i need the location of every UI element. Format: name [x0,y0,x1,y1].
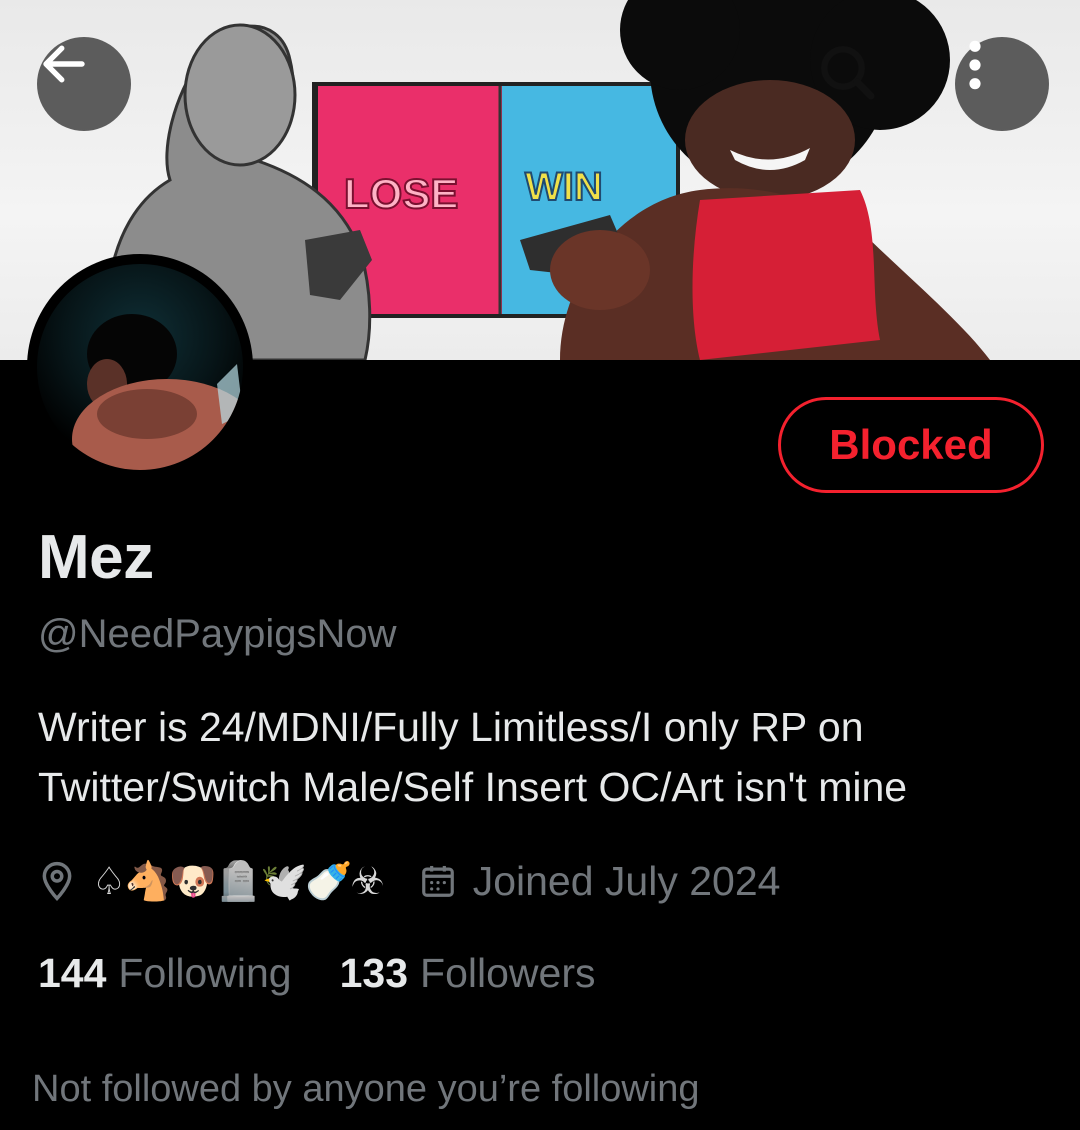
calendar-icon [419,861,459,901]
username-handle: @NeedPaypigsNow [38,612,397,656]
followers-count: 133 [339,950,409,996]
back-arrow-icon [43,45,85,83]
blocked-button[interactable]: Blocked [778,397,1044,493]
win-label: WIN [525,165,603,209]
followers-label: Followers [420,950,596,996]
profile-bio: Writer is 24/MDNI/Fully Limitless/I only… [38,704,908,810]
mutuals-note: Not followed by anyone you’re following [32,1068,700,1110]
follow-stats: 144 Following 133 Followers [38,950,595,997]
avatar-image [37,264,243,470]
back-button[interactable] [37,37,131,131]
search-button[interactable] [815,40,905,130]
lose-label: LOSE [344,170,458,217]
joined-date: Joined July 2024 [472,857,781,904]
profile-meta-row: ♤🐴🐶🪦🕊️🍼☣ Joined July 2024 [38,850,780,912]
following-count: 144 [38,950,107,996]
red-top [692,190,880,360]
more-options-button[interactable] [955,37,1049,131]
following-link[interactable]: 144 Following [38,950,292,997]
followers-link[interactable]: 133 Followers [340,950,596,997]
location-pin-icon [38,859,78,903]
search-icon [821,46,875,100]
more-vertical-icon [969,40,981,90]
location-text: ♤🐴🐶🪦🕊️🍼☣ [92,858,385,903]
following-label: Following [118,950,292,996]
display-name: Mez [38,523,154,592]
profile-page: LOSE WIN Blocked Mez @NeedPaypigsNow Wri… [0,0,1080,1130]
profile-avatar[interactable] [27,254,253,480]
